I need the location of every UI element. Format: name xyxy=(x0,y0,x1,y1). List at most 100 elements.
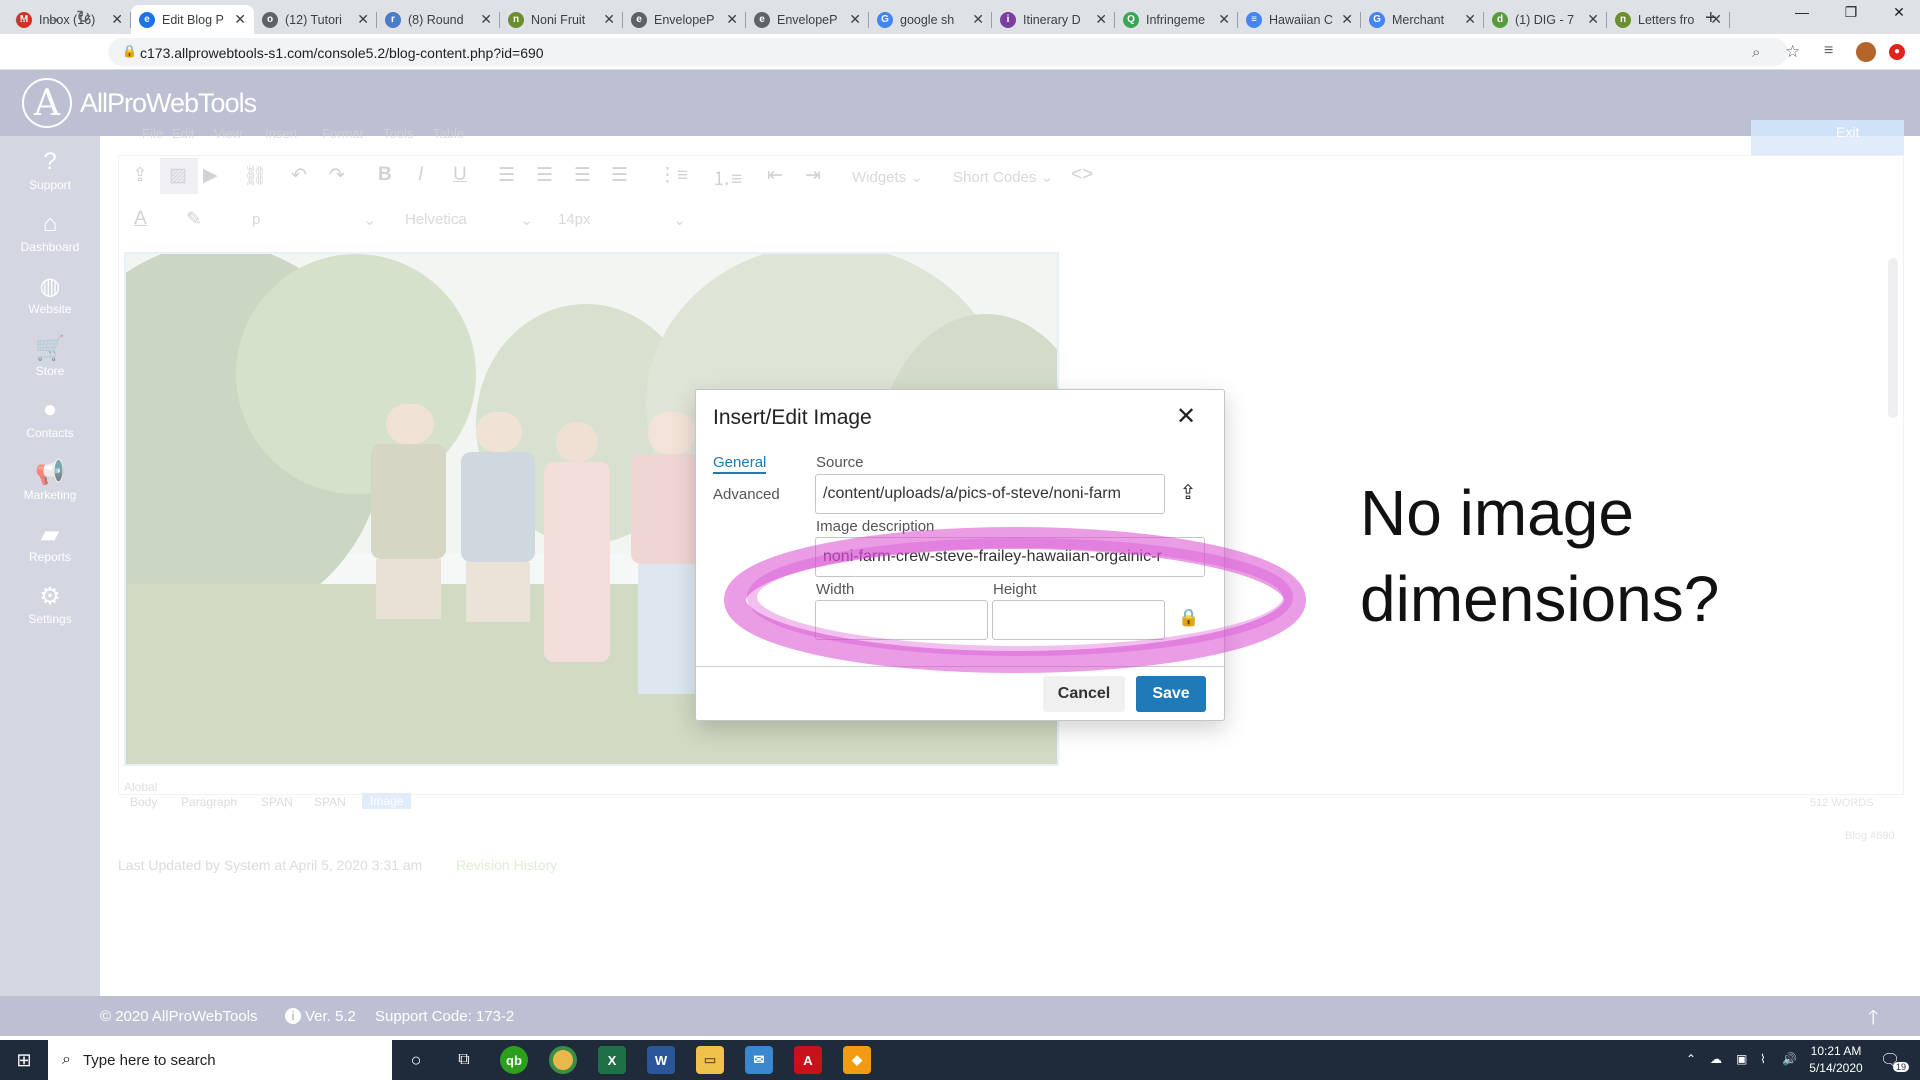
tab-label: Merchant xyxy=(1392,12,1445,27)
window-close-button[interactable]: ✕ xyxy=(1884,4,1914,21)
tab-close-icon[interactable]: ✕ xyxy=(849,11,861,28)
source-input[interactable]: /content/uploads/a/pics-of-steve/noni-fa… xyxy=(815,474,1165,514)
close-icon[interactable]: ✕ xyxy=(1176,402,1196,431)
annotation-line-1: No image xyxy=(1360,477,1634,549)
forward-icon[interactable]: → xyxy=(44,7,62,28)
tab-separator xyxy=(1729,12,1730,28)
tab-favicon-icon: n xyxy=(1615,11,1631,28)
wifi-icon[interactable]: ⌇ xyxy=(1760,1052,1766,1066)
tab-label: EnvelopeP xyxy=(654,12,715,27)
tab-favicon-icon: ≡ xyxy=(1246,11,1262,28)
lock-icon[interactable]: 🔒 xyxy=(122,44,137,58)
tab-edit-blog-p[interactable]: e Edit Blog P ✕ xyxy=(131,5,254,34)
version: Ver. 5.2 xyxy=(305,1008,356,1025)
tab-close-icon[interactable]: ✕ xyxy=(1341,11,1353,28)
windows-start-icon[interactable]: ⊞ xyxy=(0,1040,48,1080)
tab-favicon-icon: G xyxy=(1369,11,1385,28)
tab-close-icon[interactable]: ✕ xyxy=(234,11,246,28)
excel-icon[interactable]: X xyxy=(598,1046,626,1074)
app-icon[interactable]: ◆ xyxy=(843,1046,871,1074)
search-icon: ⌕ xyxy=(62,1051,71,1068)
taskbar-search[interactable]: ⌕ Type here to search xyxy=(48,1040,392,1080)
tab-close-icon[interactable]: ✕ xyxy=(726,11,738,28)
tab-favicon-icon: Q xyxy=(1123,11,1139,28)
taskbar-search-placeholder: Type here to search xyxy=(82,1051,216,1069)
tab-close-icon[interactable]: ✕ xyxy=(480,11,492,28)
tab-close-icon[interactable]: ✕ xyxy=(1095,11,1107,28)
reading-list-icon[interactable]: ≡ xyxy=(1824,42,1833,60)
chrome-icon[interactable] xyxy=(549,1046,577,1074)
tab-label: EnvelopeP xyxy=(777,12,838,27)
tab-favicon-icon: e xyxy=(754,11,770,28)
acrobat-icon[interactable]: A xyxy=(794,1046,822,1074)
task-view-icon[interactable]: ⧉ xyxy=(450,1046,478,1074)
tab-favicon-icon: o xyxy=(262,11,278,28)
tab-close-icon[interactable]: ✕ xyxy=(972,11,984,28)
source-label: Source xyxy=(816,454,864,471)
tab-close-icon[interactable]: ✕ xyxy=(1587,11,1599,28)
tab-label: Hawaiian C xyxy=(1269,12,1333,27)
tab-close-icon[interactable]: ✕ xyxy=(111,11,123,28)
minimize-button[interactable]: — xyxy=(1787,4,1817,20)
tab-merchant[interactable]: G Merchant ✕ xyxy=(1361,5,1484,34)
bookmark-star-icon[interactable]: ☆ xyxy=(1785,42,1800,62)
tab-close-icon[interactable]: ✕ xyxy=(1464,11,1476,28)
tab-noni-fruit[interactable]: n Noni Fruit ✕ xyxy=(500,5,623,34)
tab-1-dig-7[interactable]: d (1) DIG - 7 ✕ xyxy=(1484,5,1607,34)
tab-label: google sh xyxy=(900,12,955,27)
tab-advanced[interactable]: Advanced xyxy=(713,486,780,503)
tab-hawaiian-c[interactable]: ≡ Hawaiian C ✕ xyxy=(1238,5,1361,34)
info-icon[interactable]: i xyxy=(285,1008,301,1024)
support-code: Support Code: 173-2 xyxy=(375,1008,515,1025)
cancel-button[interactable]: Cancel xyxy=(1043,676,1125,712)
tab-favicon-icon: d xyxy=(1492,11,1508,28)
cortana-icon[interactable]: ○ xyxy=(402,1046,430,1074)
zoom-icon[interactable]: ⌕ xyxy=(1752,44,1760,61)
tab-close-icon[interactable]: ✕ xyxy=(603,11,615,28)
tab-label: Letters fro xyxy=(1638,12,1695,27)
mail-icon[interactable]: ✉ xyxy=(745,1046,773,1074)
word-icon[interactable]: W xyxy=(647,1046,675,1074)
tab-favicon-icon: n xyxy=(508,11,524,28)
logo-icon[interactable]: A xyxy=(22,78,72,128)
new-tab-button[interactable]: + xyxy=(1705,7,1717,30)
tab-close-icon[interactable]: ✕ xyxy=(1218,11,1230,28)
profile-avatar[interactable] xyxy=(1856,42,1876,62)
annotation-note: No image dimensions? xyxy=(1360,470,1840,642)
tab-itinerary-d[interactable]: i Itinerary D ✕ xyxy=(992,5,1115,34)
tab-favicon-icon: r xyxy=(385,11,401,28)
tab-label: (1) DIG - 7 xyxy=(1515,12,1575,27)
tab-label: Infringeme xyxy=(1146,12,1206,27)
tab-google-sh[interactable]: Ggoogle sh ✕ xyxy=(869,5,992,34)
scroll-top-icon[interactable]: 🡑 xyxy=(1868,1003,1878,1037)
file-explorer-icon[interactable]: ▭ xyxy=(696,1046,724,1074)
tab-label: Itinerary D xyxy=(1023,12,1081,27)
time: 10:21 AM xyxy=(1810,1044,1862,1058)
tab-infringeme[interactable]: Q Infringeme ✕ xyxy=(1115,5,1238,34)
tab-favicon-icon: i xyxy=(1000,11,1016,28)
volume-icon[interactable]: 🔊 xyxy=(1782,1052,1797,1066)
tab-12-tutori[interactable]: o (12) Tutori ✕ xyxy=(254,5,377,34)
security-icon[interactable]: ▣ xyxy=(1736,1052,1747,1066)
tab-favicon-icon: G xyxy=(877,11,893,28)
maximize-button[interactable]: ❐ xyxy=(1836,4,1866,21)
tab-close-icon[interactable]: ✕ xyxy=(357,11,369,28)
onedrive-icon[interactable]: ☁ xyxy=(1710,1052,1722,1066)
quickbooks-icon[interactable]: qb xyxy=(500,1046,528,1074)
tab-envelopep[interactable]: e EnvelopeP ✕ xyxy=(623,5,746,34)
tab-general[interactable]: General xyxy=(713,454,767,474)
copyright: © 2020 AllProWebTools xyxy=(100,1008,258,1025)
brand-name[interactable]: AllProWebTools xyxy=(80,88,257,119)
clock[interactable]: 10:21 AM 5/14/2020 xyxy=(1808,1044,1864,1075)
extension-icon[interactable]: ● xyxy=(1889,44,1905,60)
tab-envelopep[interactable]: e EnvelopeP ✕ xyxy=(746,5,869,34)
save-button[interactable]: Save xyxy=(1136,676,1206,712)
reload-icon[interactable]: ↻ xyxy=(76,7,91,28)
tab-label: Noni Fruit xyxy=(531,12,586,27)
browse-upload-icon[interactable]: ⇪ xyxy=(1175,480,1201,506)
tab-8-round[interactable]: r (8) Round ✕ xyxy=(377,5,500,34)
back-icon[interactable]: ← xyxy=(12,7,30,28)
tray-expand-icon[interactable]: ⌃ xyxy=(1686,1052,1696,1066)
date: 5/14/2020 xyxy=(1809,1061,1863,1075)
dialog-title: Insert/Edit Image xyxy=(713,406,872,429)
